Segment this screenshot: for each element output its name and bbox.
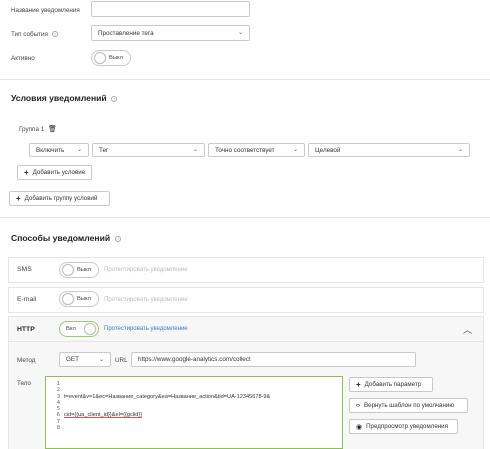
code-content[interactable]: t=event&v=1&ec=Название_category&ea=Назв…	[64, 381, 338, 431]
include-select[interactable]: Включить ⌄	[29, 143, 89, 157]
name-input[interactable]	[91, 1, 250, 17]
toggle-state-label: Выкл	[77, 267, 92, 273]
method-name: HTTP	[17, 326, 35, 333]
code-icon: ‹›	[356, 402, 360, 409]
condition-field-value: Тег	[99, 146, 109, 154]
http-test-link[interactable]: Протестировать уведомление	[104, 326, 188, 332]
toggle-state-label: Вкл	[66, 326, 76, 332]
group-label-text: Группа 1	[19, 126, 45, 133]
help-icon[interactable]: ?	[111, 95, 118, 102]
add-condition-button[interactable]: + Добавить условие	[17, 165, 92, 180]
help-icon[interactable]: ?	[51, 31, 58, 38]
preview-label: Предпросмотр уведомления	[366, 423, 448, 430]
event-type-label-text: Тип события	[11, 31, 48, 38]
toggle-state-label: Выкл	[77, 296, 92, 302]
http-method-value: GET	[66, 356, 79, 363]
sms-toggle[interactable]: Выкл	[59, 262, 99, 278]
add-group-label: Добавить группу условий	[24, 195, 98, 202]
method-label: Метод	[17, 357, 36, 364]
methods-title: Способы уведомлений ?	[11, 233, 121, 243]
email-toggle[interactable]: Выкл	[59, 291, 99, 307]
chevron-down-icon: ⌄	[192, 147, 198, 154]
line-number: 8	[56, 425, 60, 432]
active-toggle[interactable]: Выкл	[91, 50, 131, 66]
url-input[interactable]: https://www.google-analytics.com/collect	[131, 352, 416, 367]
chevron-down-icon: ⌄	[76, 147, 82, 154]
plus-icon: +	[16, 194, 21, 203]
condition-value-select[interactable]: Целевой ⌄	[308, 143, 470, 157]
methods-title-text: Способы уведомлений	[11, 233, 111, 243]
url-label: URL	[115, 357, 128, 364]
chevron-down-icon: ⌄	[98, 356, 104, 363]
chevron-up-icon[interactable]: ︿	[463, 323, 472, 336]
help-icon[interactable]: ?	[114, 235, 121, 242]
add-parameter-label: Добавить параметр	[364, 381, 422, 388]
email-test-link[interactable]: Протестировать уведомление	[104, 297, 188, 303]
http-method-select[interactable]: GET ⌄	[59, 352, 111, 367]
group-label: Группа 1 🗑	[19, 125, 57, 133]
plus-icon: +	[24, 168, 29, 177]
body-editor[interactable]: 1 2 3 4 5 6 7 8 t=event&v=1&ec=Название_…	[45, 376, 343, 449]
preview-button[interactable]: ◉ Предпросмотр уведомления	[349, 419, 458, 434]
code-line: t=event&v=1&ec=Название_category&ea=Назв…	[64, 393, 271, 400]
match-type-select[interactable]: Точно соответствует ⌄	[208, 143, 305, 157]
toggle-knob	[94, 52, 106, 64]
condition-field-select[interactable]: Тег ⌄	[92, 143, 205, 157]
event-type-value: Проставление тега	[98, 29, 154, 37]
add-condition-label: Добавить условие	[32, 169, 86, 176]
plus-icon: +	[356, 380, 361, 389]
method-name: SMS	[17, 266, 32, 273]
trash-icon[interactable]: 🗑	[48, 126, 57, 133]
restore-template-button[interactable]: ‹› Вернуть шаблон по умолчанию	[349, 398, 468, 413]
conditions-title-text: Условия уведомлений	[11, 93, 107, 103]
chevron-down-icon: ⌄	[237, 30, 243, 37]
body-label: Тело	[17, 380, 32, 387]
line-numbers: 1 2 3 4 5 6 7 8	[46, 377, 60, 448]
toggle-knob	[62, 293, 74, 305]
condition-value: Целевой	[315, 146, 341, 154]
toggle-knob	[84, 323, 96, 335]
sms-test-link[interactable]: Протестировать уведомление	[104, 267, 188, 273]
code-line: cid={{ua_client_id}}&el={{gclid}}	[64, 412, 143, 419]
name-label: Название уведомления	[11, 7, 80, 14]
add-parameter-button[interactable]: + Добавить параметр	[349, 377, 433, 392]
toggle-state-label: Выкл	[109, 55, 124, 61]
add-group-button[interactable]: + Добавить группу условий	[9, 191, 110, 206]
match-type-value: Точно соответствует	[215, 146, 275, 154]
toggle-knob	[62, 264, 74, 276]
conditions-title: Условия уведомлений ?	[11, 93, 118, 103]
chevron-down-icon: ⌄	[292, 147, 298, 154]
chevron-down-icon: ⌄	[457, 147, 463, 154]
divider	[0, 79, 490, 80]
restore-template-label: Вернуть шаблон по умолчанию	[364, 402, 454, 409]
http-toggle[interactable]: Вкл	[59, 321, 99, 337]
active-label: Активно	[11, 55, 35, 62]
divider	[0, 217, 490, 218]
eye-icon: ◉	[356, 423, 363, 431]
event-type-select[interactable]: Проставление тега ⌄	[91, 25, 250, 41]
method-name: E-mail	[17, 296, 37, 303]
event-type-label: Тип события ?	[11, 31, 58, 38]
include-value: Включить	[36, 146, 65, 154]
